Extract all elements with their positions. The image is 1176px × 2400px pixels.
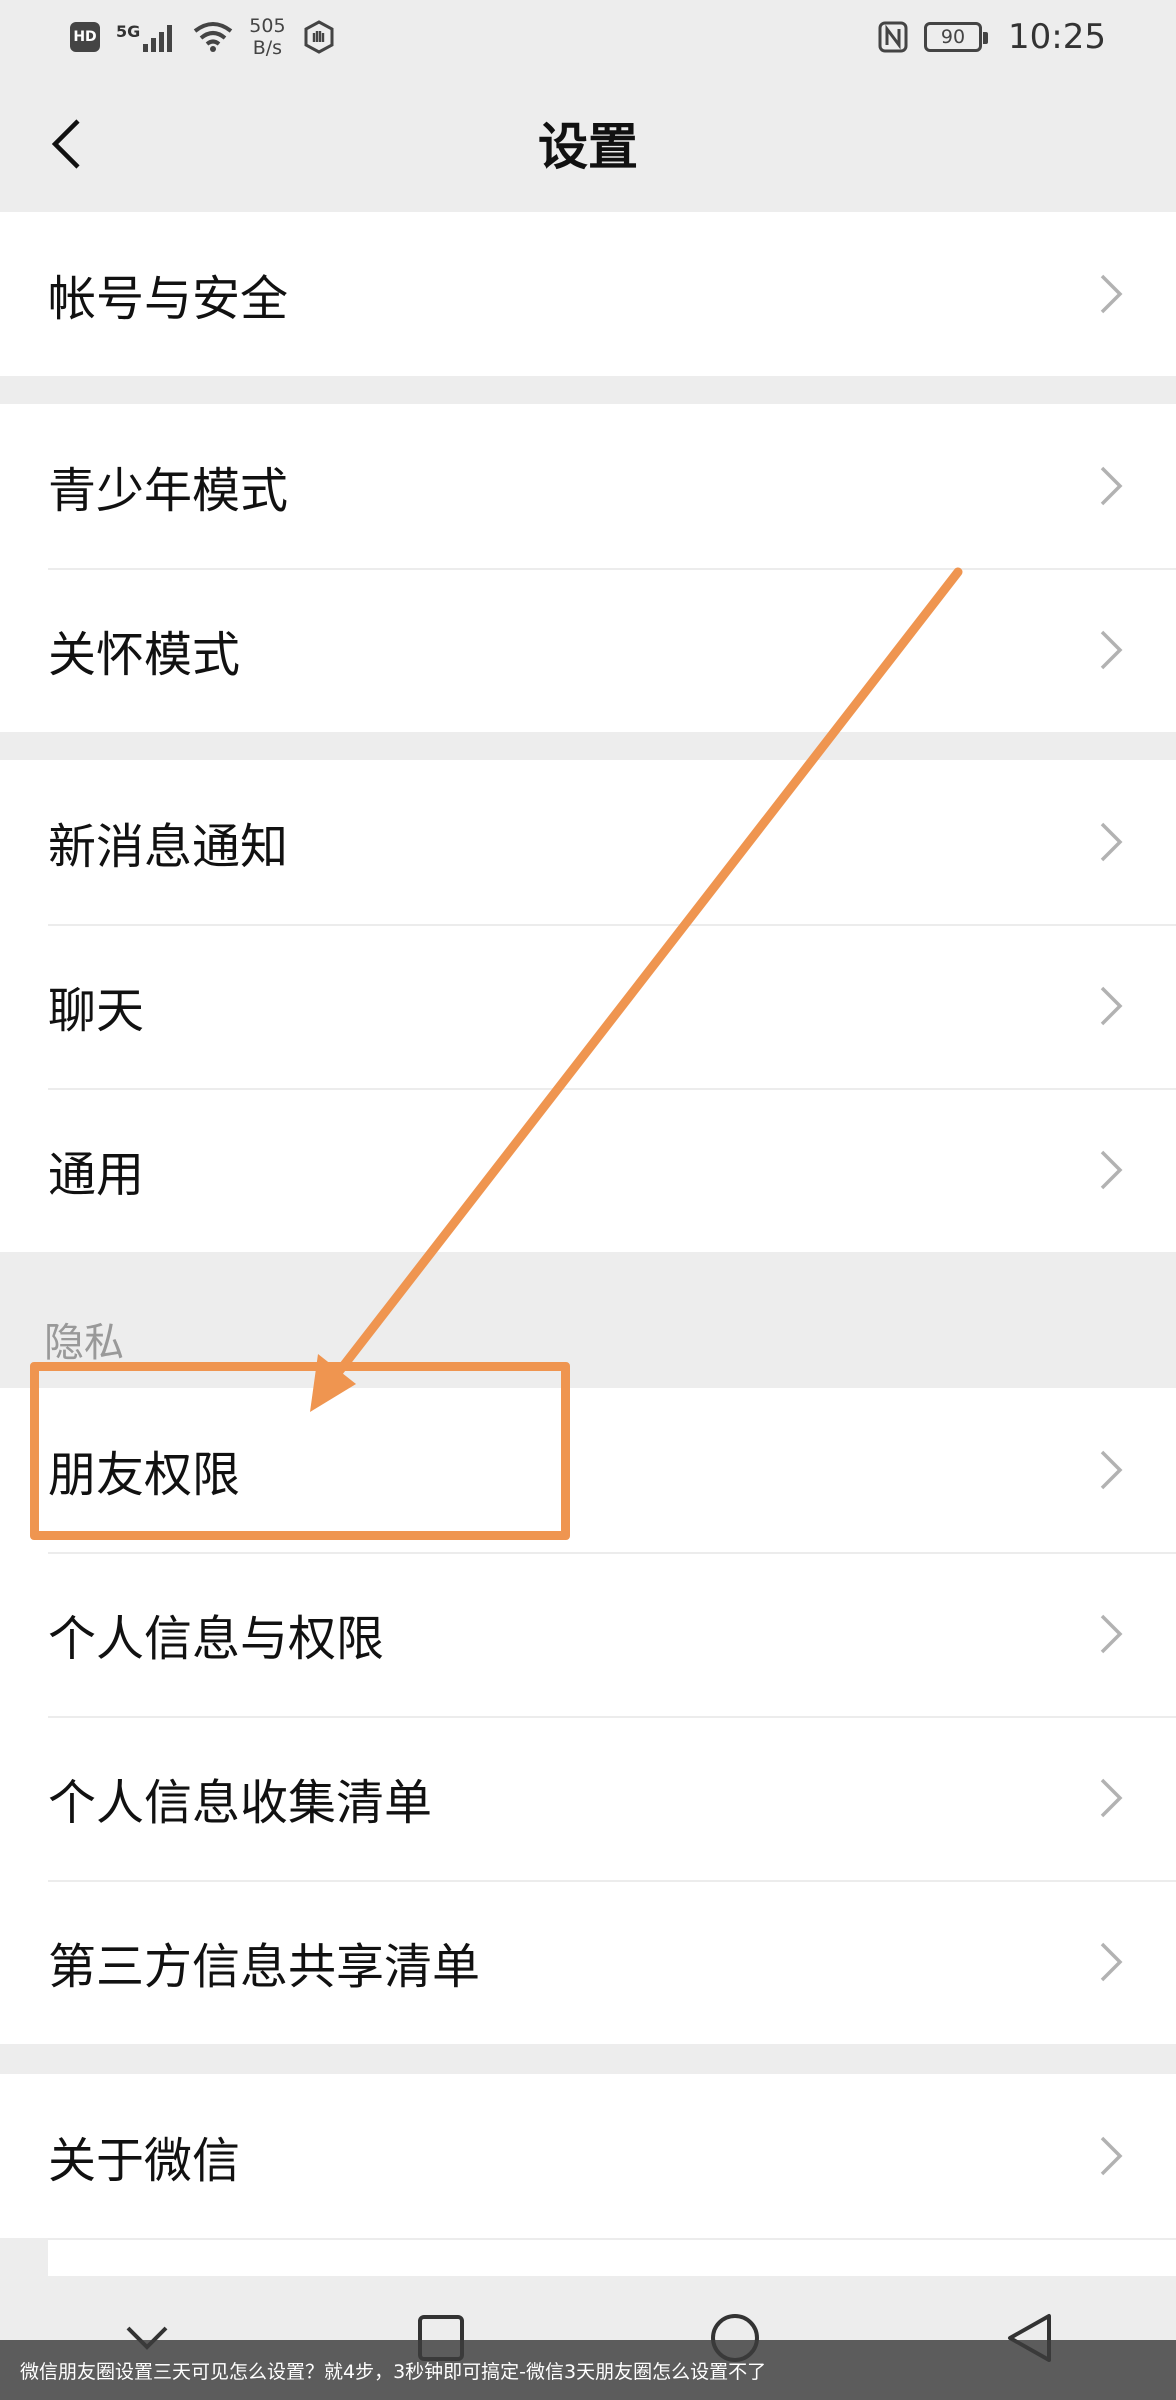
back-arrow-icon xyxy=(51,119,80,169)
row-label: 聊天 xyxy=(48,983,145,1039)
section-label-privacy: 隐私 xyxy=(44,1320,124,1366)
row-label: 新消息通知 xyxy=(48,819,289,875)
hand-shield-icon xyxy=(304,20,334,54)
settings-group-about: 关于微信 xyxy=(0,2074,1176,2238)
settings-group-account: 帐号与安全 xyxy=(0,212,1176,376)
row-label: 关于微信 xyxy=(48,2133,241,2189)
settings-group-general: 新消息通知 聊天 通用 xyxy=(0,760,1176,1252)
settings-row-personal-info-list[interactable]: 个人信息收集清单 xyxy=(0,1716,1176,1880)
status-right: 90 10:25 xyxy=(878,17,1106,57)
row-label: 通用 xyxy=(48,1147,145,1203)
chevron-right-icon xyxy=(1096,1611,1126,1657)
wifi-icon xyxy=(194,22,233,52)
row-label: 个人信息与权限 xyxy=(48,1611,385,1667)
chevron-right-icon xyxy=(1096,271,1126,317)
back-button[interactable] xyxy=(36,114,96,174)
chevron-right-icon xyxy=(1096,1939,1126,1985)
chevron-right-icon xyxy=(1096,1147,1126,1193)
chevron-right-icon xyxy=(1096,1447,1126,1493)
signal-bars-icon xyxy=(143,25,173,52)
settings-group-modes: 青少年模式 关怀模式 xyxy=(0,404,1176,732)
network-speed-value: 505 xyxy=(249,15,286,37)
annotation-highlight-box xyxy=(30,1362,570,1540)
settings-row-about-wechat[interactable]: 关于微信 xyxy=(0,2074,1176,2238)
chevron-right-icon xyxy=(1096,983,1126,1029)
row-label: 青少年模式 xyxy=(48,463,289,519)
row-label: 个人信息收集清单 xyxy=(48,1775,433,1831)
hd-badge: HD xyxy=(70,22,100,52)
signal-5g-icon: 5G xyxy=(116,22,177,52)
status-bar: HD 5G 505 B/s 90 10:25 xyxy=(0,0,1176,74)
status-left: HD 5G 505 B/s xyxy=(70,15,336,59)
settings-row-care-mode[interactable]: 关怀模式 xyxy=(0,568,1176,732)
page-title: 设置 xyxy=(538,118,638,176)
network-speed-unit: B/s xyxy=(252,37,283,59)
row-label: 关怀模式 xyxy=(48,627,241,683)
caption-text: 微信朋友圈设置三天可见怎么设置？就4步，3秒钟即可搞定-微信3天朋友圈怎么设置不… xyxy=(20,2360,767,2383)
row-label: 第三方信息共享清单 xyxy=(48,1939,481,1995)
settings-row-general[interactable]: 通用 xyxy=(0,1088,1176,1252)
settings-row-chat[interactable]: 聊天 xyxy=(0,924,1176,1088)
nav-bar: 设置 xyxy=(0,74,1176,212)
signal-label: 5G xyxy=(116,22,141,41)
settings-row-personal-info-permissions[interactable]: 个人信息与权限 xyxy=(0,1552,1176,1716)
caption-banner: 微信朋友圈设置三天可见怎么设置？就4步，3秒钟即可搞定-微信3天朋友圈怎么设置不… xyxy=(0,2340,1176,2400)
status-time: 10:25 xyxy=(1008,17,1106,57)
row-label: 帐号与安全 xyxy=(48,271,289,327)
network-speed: 505 B/s xyxy=(249,15,285,59)
settings-row-third-party-sharing[interactable]: 第三方信息共享清单 xyxy=(0,1880,1176,2044)
chevron-right-icon xyxy=(1096,2133,1126,2179)
battery-icon: 90 xyxy=(924,22,989,52)
chevron-right-icon xyxy=(1096,819,1126,865)
chevron-right-icon xyxy=(1096,463,1126,509)
settings-group-about-next xyxy=(48,2238,1176,2276)
chevron-right-icon xyxy=(1096,1775,1126,1821)
nfc-icon xyxy=(878,21,908,53)
settings-row-notifications[interactable]: 新消息通知 xyxy=(0,760,1176,924)
chevron-right-icon xyxy=(1096,627,1126,673)
settings-row-teen-mode[interactable]: 青少年模式 xyxy=(0,404,1176,568)
settings-row-account-security[interactable]: 帐号与安全 xyxy=(0,212,1176,376)
